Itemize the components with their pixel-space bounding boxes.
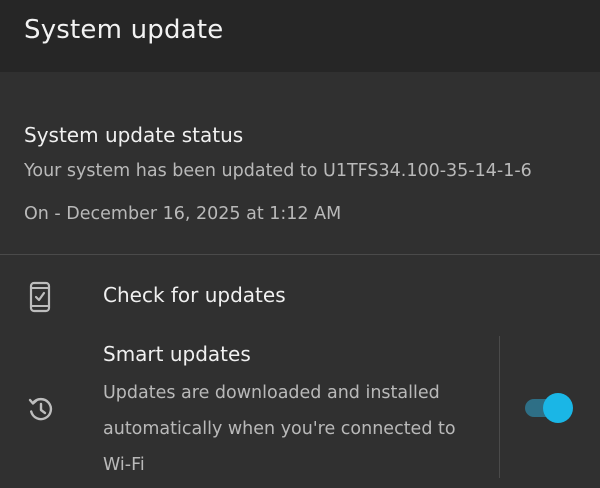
system-update-screen: System update System update status Your … — [0, 0, 600, 488]
app-bar: System update — [0, 0, 600, 72]
status-title: System update status — [24, 123, 244, 147]
smart-updates-description: Updates are downloaded and installed aut… — [103, 383, 456, 475]
page-title: System update — [24, 15, 224, 45]
smart-updates-title: Smart updates — [103, 342, 251, 366]
status-message: Your system has been updated to U1TFS34.… — [24, 161, 532, 181]
smart-updates-toggle[interactable] — [523, 393, 573, 423]
phone-check-icon — [29, 281, 51, 313]
toggle-thumb — [543, 393, 573, 423]
status-date: On - December 16, 2025 at 1:12 AM — [24, 204, 342, 224]
history-icon — [28, 397, 53, 421]
check-for-updates-label: Check for updates — [103, 283, 286, 307]
smart-updates-item[interactable]: Smart updates Updates are downloaded and… — [0, 336, 600, 486]
check-for-updates-item[interactable]: Check for updates — [0, 270, 600, 326]
toggle-divider — [499, 336, 500, 478]
section-divider — [0, 254, 600, 255]
